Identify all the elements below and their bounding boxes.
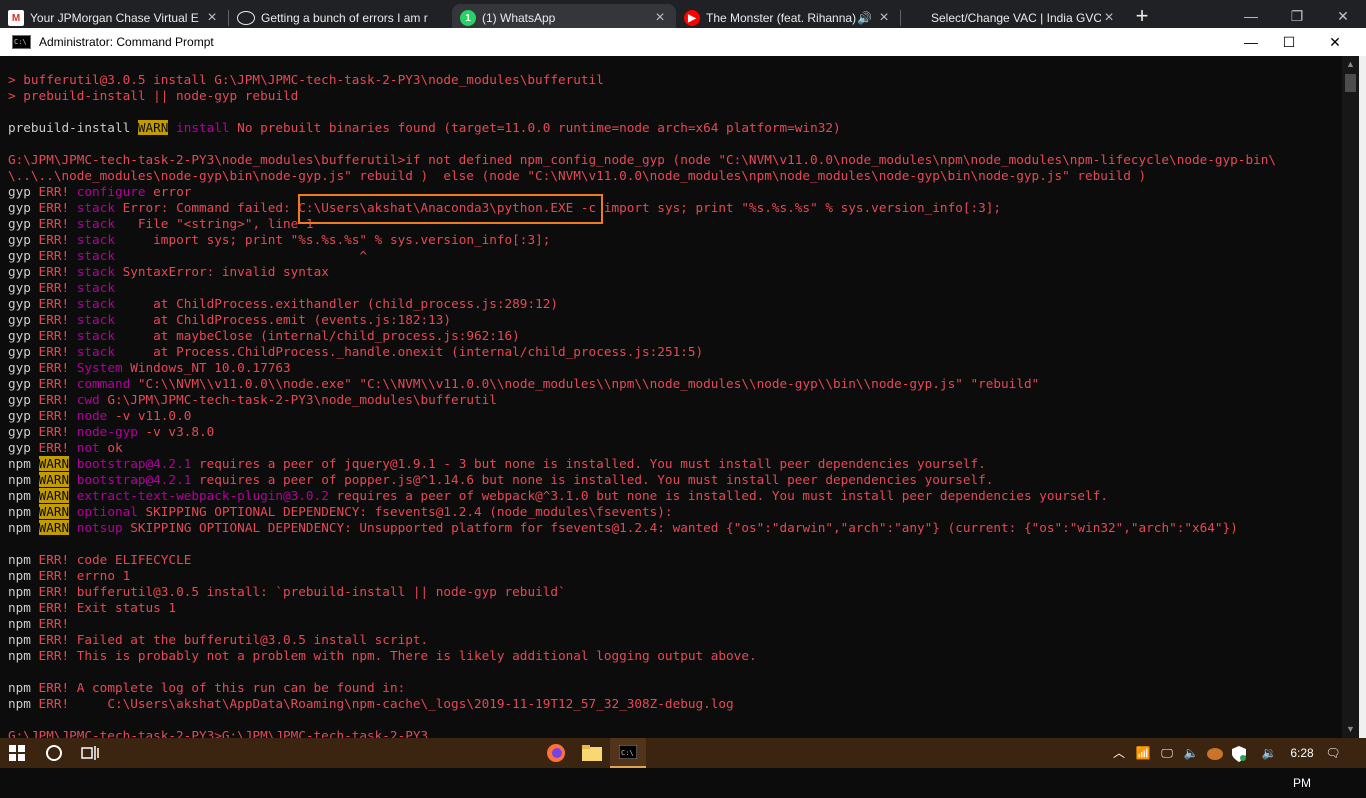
security-shield-icon[interactable] bbox=[1228, 738, 1250, 768]
device-icon[interactable]: 🖵 bbox=[1156, 738, 1178, 768]
language-icon[interactable] bbox=[1204, 738, 1226, 768]
console-line: gyp ERR! not ok bbox=[8, 440, 123, 455]
gmail-icon: M bbox=[8, 10, 24, 26]
console-line: gyp ERR! cwd G:\JPM\JPMC-tech-task-2-PY3… bbox=[8, 392, 497, 407]
tab-title: Getting a bunch of errors I am r bbox=[261, 11, 428, 25]
console-line: gyp ERR! stack File "<string>", line 1 bbox=[8, 216, 314, 231]
console-line: gyp ERR! stack import sys; print "%s.%s.… bbox=[8, 232, 551, 247]
console-line: gyp ERR! stack at Process.ChildProcess._… bbox=[8, 344, 704, 359]
network-icon[interactable]: 📶 bbox=[1132, 738, 1154, 768]
close-button[interactable]: ✕ bbox=[1312, 28, 1358, 56]
close-tab-icon[interactable]: × bbox=[1101, 9, 1117, 27]
cmd-title-bar[interactable]: C:\ Administrator: Command Prompt — ☐ ✕ bbox=[0, 28, 1366, 56]
command-prompt-taskbar-icon[interactable]: C:\ bbox=[610, 738, 646, 768]
console-line: gyp ERR! stack at maybeClose (internal/c… bbox=[8, 328, 520, 343]
console-line: npm ERR! code ELIFECYCLE bbox=[8, 552, 192, 567]
volume-icon[interactable]: 🔈 bbox=[1180, 738, 1202, 768]
firefox-icon[interactable] bbox=[538, 738, 574, 768]
svg-text:C:\: C:\ bbox=[621, 749, 634, 757]
maximize-button[interactable]: ☐ bbox=[1266, 28, 1312, 56]
console-line: gyp ERR! node -v v11.0.0 bbox=[8, 408, 192, 423]
window-edge bbox=[1359, 56, 1366, 738]
console-line: npm ERR! Exit status 1 bbox=[8, 600, 177, 615]
console-line: npm ERR! errno 1 bbox=[8, 568, 131, 583]
new-tab-button[interactable]: + bbox=[1128, 4, 1156, 28]
taskbar: C:\ ︿ 📶 🖵 🔈 🔉 6:28 PM 🗨 bbox=[0, 738, 1366, 790]
notifications-icon[interactable]: 🗨 bbox=[1318, 738, 1348, 768]
console-line: npm ERR! bbox=[8, 616, 70, 631]
console-output[interactable]: > bufferutil@3.0.5 install G:\JPM\JPMC-t… bbox=[0, 56, 1342, 738]
scroll-up-arrow-icon[interactable]: ▲ bbox=[1342, 56, 1359, 73]
console-line: G:\JPM\JPMC-tech-task-2-PY3>G:\JPM\JPMC-… bbox=[8, 728, 429, 738]
console-line: G:\JPM\JPMC-tech-task-2-PY3\node_modules… bbox=[8, 152, 1276, 167]
console-line: gyp ERR! stack at ChildProcess.emit (eve… bbox=[8, 312, 452, 327]
scroll-down-arrow-icon[interactable]: ▼ bbox=[1342, 721, 1359, 738]
speaker-tray-icon[interactable]: 🔉 bbox=[1256, 738, 1282, 768]
console-line: gyp ERR! stack SyntaxError: invalid synt… bbox=[8, 264, 329, 279]
console-line: npm ERR! This is probably not a problem … bbox=[8, 648, 757, 663]
console-line: npm WARN bootstrap@4.2.1 requires a peer… bbox=[8, 456, 986, 471]
console-line: npm ERR! C:\Users\akshat\AppData\Roaming… bbox=[8, 696, 734, 711]
console-line: npm ERR! bufferutil@3.0.5 install: `preb… bbox=[8, 584, 566, 599]
clock[interactable]: 6:28 PM bbox=[1282, 738, 1322, 790]
speaker-icon[interactable]: 🔊 bbox=[857, 11, 872, 25]
console-line: npm WARN bootstrap@4.2.1 requires a peer… bbox=[8, 472, 994, 487]
highlight-box bbox=[298, 194, 603, 224]
window-title: Administrator: Command Prompt bbox=[39, 35, 214, 49]
tab-title: Your JPMorgan Chase Virtual E bbox=[30, 11, 199, 25]
console-line: npm WARN optional SKIPPING OPTIONAL DEPE… bbox=[8, 504, 673, 519]
show-hidden-icons-icon[interactable]: ︿ bbox=[1108, 738, 1130, 768]
close-tab-icon[interactable]: × bbox=[204, 9, 220, 27]
tab-title: The Monster (feat. Rihanna) bbox=[706, 11, 857, 25]
console-line: gyp ERR! System Windows_NT 10.0.17763 bbox=[8, 360, 291, 375]
github-icon bbox=[237, 11, 255, 25]
console-line: npm WARN extract-text-webpack-plugin@3.0… bbox=[8, 488, 1108, 503]
console-scrollbar[interactable]: ▲ ▼ bbox=[1342, 56, 1359, 738]
console-line: gyp ERR! stack ^ bbox=[8, 248, 368, 263]
youtube-icon: ▶ bbox=[684, 10, 700, 26]
console-line: \..\..\node_modules\node-gyp\bin\node-gy… bbox=[8, 168, 1147, 183]
file-explorer-icon[interactable] bbox=[574, 738, 610, 768]
search-icon[interactable] bbox=[36, 738, 72, 768]
task-view-icon[interactable] bbox=[72, 738, 108, 768]
console-line: > bufferutil@3.0.5 install G:\JPM\JPMC-t… bbox=[8, 72, 604, 87]
console-line: npm ERR! A complete log of this run can … bbox=[8, 680, 406, 695]
whatsapp-icon: 1 bbox=[460, 10, 476, 26]
console-line: gyp ERR! configure error bbox=[8, 184, 192, 199]
console-line: npm WARN notsup SKIPPING OPTIONAL DEPEND… bbox=[8, 520, 1238, 535]
console-line: npm ERR! Failed at the bufferutil@3.0.5 … bbox=[8, 632, 429, 647]
console-line: gyp ERR! stack bbox=[8, 280, 115, 295]
tab-title: (1) WhatsApp bbox=[482, 11, 556, 25]
console-line: gyp ERR! command "C:\\NVM\\v11.0.0\\node… bbox=[8, 376, 1040, 391]
page-icon bbox=[909, 10, 925, 26]
close-tab-icon[interactable]: × bbox=[652, 9, 668, 27]
scrollbar-thumb[interactable] bbox=[1345, 74, 1356, 92]
start-icon[interactable] bbox=[0, 738, 34, 768]
tab-title: Select/Change VAC | India GVC bbox=[931, 11, 1101, 25]
console-line: > prebuild-install || node-gyp rebuild bbox=[8, 88, 299, 103]
close-tab-icon[interactable]: × bbox=[876, 9, 892, 27]
command-prompt-icon: C:\ bbox=[12, 35, 31, 49]
console-line: gyp ERR! stack at ChildProcess.exithandl… bbox=[8, 296, 559, 311]
console-line: gyp ERR! node-gyp -v v3.8.0 bbox=[8, 424, 215, 439]
console-line: prebuild-install WARN install No prebuil… bbox=[8, 120, 841, 135]
